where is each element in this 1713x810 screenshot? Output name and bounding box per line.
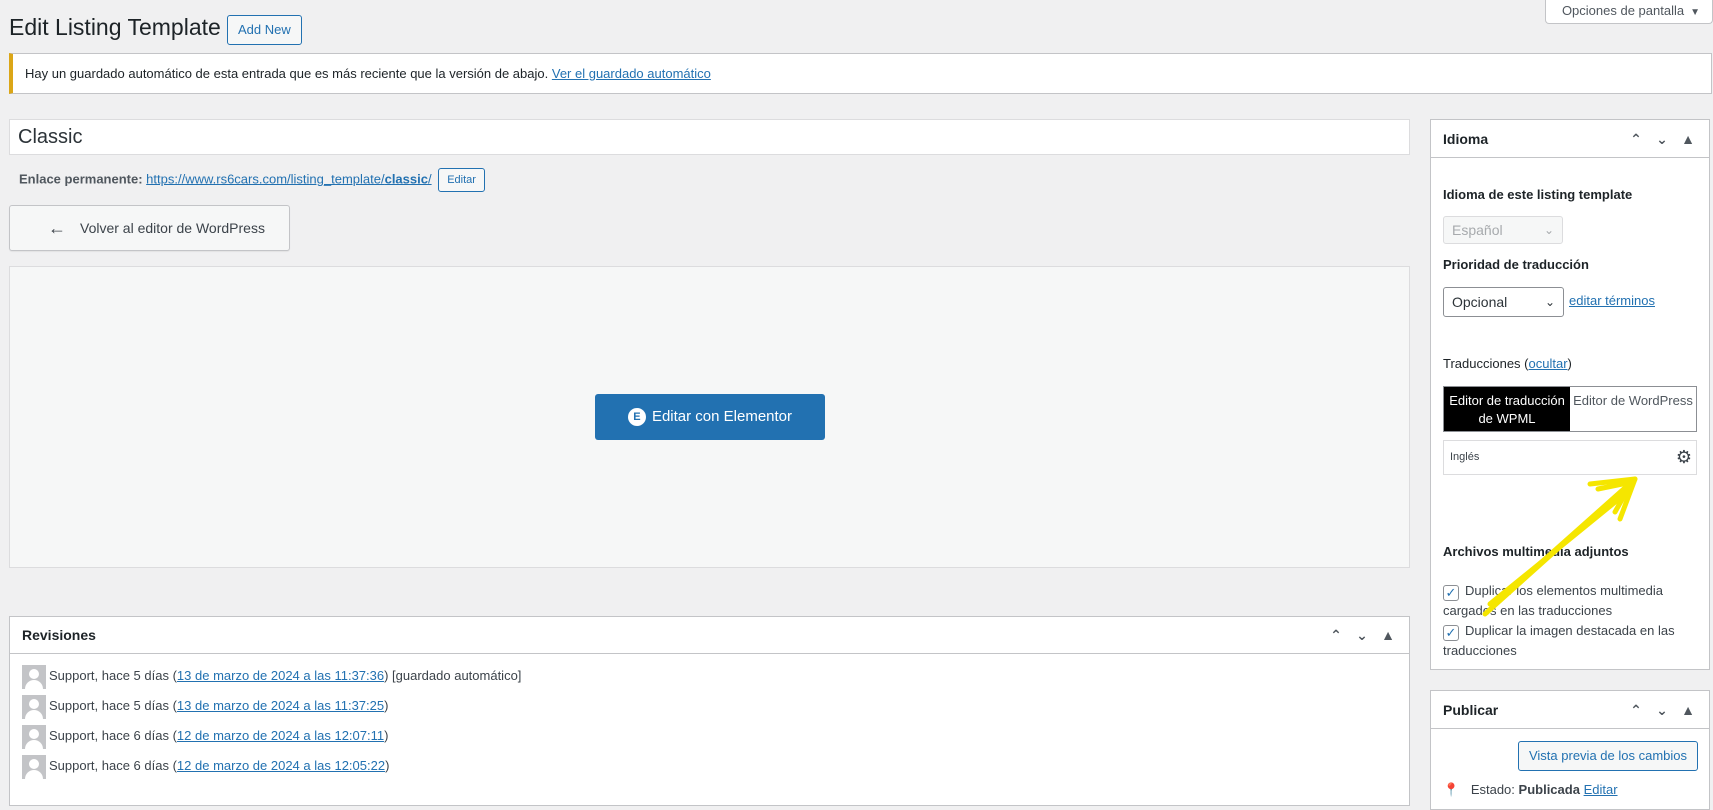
media-label: Archivos multimedia adjuntos (1443, 544, 1629, 559)
checkbox-checked-icon[interactable]: ✓ (1443, 585, 1459, 601)
revisions-box: Revisiones ⌃ ⌄ ▲ Support, hace 5 días (13 … (9, 616, 1410, 806)
revision-link[interactable]: 13 de marzo de 2024 a las 11:37:25 (177, 695, 384, 717)
tab-wpml-editor[interactable]: Editor de traducción de WPML (1444, 387, 1570, 431)
revisions-header: Revisiones ⌃ ⌄ ▲ (10, 617, 1409, 654)
post-title-input[interactable]: Classic (9, 119, 1410, 155)
priority-select[interactable]: Opcional ⌄ (1443, 287, 1564, 317)
triangle-up-icon[interactable]: ▲ (1675, 120, 1701, 158)
avatar-icon (22, 755, 46, 779)
elementor-button-label: Editar con Elementor (651, 408, 793, 425)
chevron-up-icon[interactable]: ⌃ (1623, 120, 1649, 158)
back-button-label: Volver al editor de WordPress (80, 220, 265, 236)
triangle-down-icon: ▼ (1690, 7, 1700, 18)
hide-translations-link[interactable]: ocultar (1529, 356, 1568, 371)
permalink: Enlace permanente: https://www.rs6cars.c… (19, 168, 485, 192)
translations-label: Traducciones (ocultar) (1443, 356, 1572, 371)
chevron-up-icon[interactable]: ⌃ (1323, 617, 1349, 654)
add-new-button[interactable]: Add New (227, 15, 302, 45)
duplicate-featured-image-option[interactable]: ✓ Duplicar la imagen destacada en las tra… (1443, 621, 1697, 661)
list-item: Support, hace 6 días (12 de marzo de 202… (22, 755, 1409, 785)
avatar-icon (22, 725, 46, 749)
tab-wordpress-editor[interactable]: Editor de WordPress (1570, 387, 1696, 431)
elementor-editor-area: E Editar con Elementor (9, 266, 1410, 568)
notice-text: Hay un guardado automático de esta entra… (25, 66, 549, 81)
duplicate-media-option[interactable]: ✓ Duplicar los elementos multimedia carga… (1443, 581, 1697, 621)
avatar-icon (22, 695, 46, 719)
status-edit-link[interactable]: Editar (1584, 782, 1618, 797)
screen-options-label: Opciones de pantalla (1561, 3, 1685, 18)
triangle-up-icon[interactable]: ▲ (1375, 617, 1401, 654)
publish-box: Publicar ⌃ ⌄ ▲ Vista previa de los cambios… (1430, 690, 1710, 810)
chevron-up-icon[interactable]: ⌃ (1623, 691, 1649, 729)
avatar-icon (22, 665, 46, 689)
revisions-title: Revisiones (22, 627, 96, 643)
edit-with-elementor-button[interactable]: E Editar con Elementor (595, 394, 825, 440)
language-label: Idioma de este listing template (1443, 187, 1633, 202)
publish-header: Publicar ⌃ ⌄ ▲ (1431, 691, 1709, 729)
list-item: Support, hace 5 días (13 de marzo de 202… (22, 665, 1409, 695)
language-select[interactable]: Español ⌄ (1443, 216, 1563, 244)
permalink-label: Enlace permanente: (19, 171, 143, 187)
revision-link[interactable]: 12 de marzo de 2024 a las 12:05:22 (177, 755, 385, 777)
language-header: Idioma ⌃ ⌄ ▲ (1431, 120, 1709, 158)
revision-link[interactable]: 12 de marzo de 2024 a las 12:07:11 (177, 725, 384, 747)
priority-label: Prioridad de traducción (1443, 257, 1589, 272)
translation-language-row[interactable]: Inglés ⚙ (1443, 440, 1697, 475)
chevron-down-icon: ⌄ (1543, 223, 1554, 237)
edit-terms-link[interactable]: editar términos (1569, 293, 1655, 308)
revision-link[interactable]: 13 de marzo de 2024 a las 11:37:36 (177, 665, 384, 687)
list-item: Support, hace 6 días (12 de marzo de 202… (22, 725, 1409, 755)
triangle-up-icon[interactable]: ▲ (1675, 691, 1701, 729)
back-to-wordpress-editor-button[interactable]: ← Volver al editor de WordPress (9, 205, 290, 251)
list-item: Support, hace 5 días (13 de marzo de 202… (22, 695, 1409, 725)
pin-icon: 📍 (1443, 782, 1460, 797)
language-box: Idioma ⌃ ⌄ ▲ Idioma de este listing templa… (1430, 119, 1710, 670)
revisions-list: Support, hace 5 días (13 de marzo de 202… (10, 654, 1409, 785)
screen-options-button[interactable]: Opciones de pantalla ▼ (1544, 0, 1713, 24)
publish-title: Publicar (1443, 702, 1499, 718)
preview-changes-button[interactable]: Vista previa de los cambios (1517, 741, 1698, 771)
language-box-title: Idioma (1443, 131, 1489, 147)
autosave-notice: Hay un guardado automático de esta entra… (9, 53, 1712, 94)
chevron-down-icon[interactable]: ⌄ (1349, 617, 1375, 654)
chevron-down-icon: ⌄ (1544, 295, 1555, 309)
chevron-down-icon[interactable]: ⌄ (1649, 120, 1675, 158)
status-row: 📍 Estado: Publicada Editar (1443, 782, 1618, 797)
elementor-icon: E (627, 408, 646, 426)
permalink-edit-button[interactable]: Editar (438, 168, 485, 192)
checkbox-checked-icon[interactable]: ✓ (1443, 625, 1459, 641)
notice-link[interactable]: Ver el guardado automático (552, 66, 711, 81)
status-value: Publicada (1518, 782, 1580, 797)
arrow-left-icon: ← (48, 218, 66, 238)
gear-icon[interactable]: ⚙ (1676, 441, 1692, 474)
page-title: Edit Listing Template (9, 14, 221, 40)
chevron-down-icon[interactable]: ⌄ (1649, 691, 1675, 729)
translation-editor-tabs: Editor de traducción de WPML Editor de W… (1443, 386, 1697, 432)
permalink-link[interactable]: https://www.rs6cars.com/listing_template… (146, 171, 431, 186)
